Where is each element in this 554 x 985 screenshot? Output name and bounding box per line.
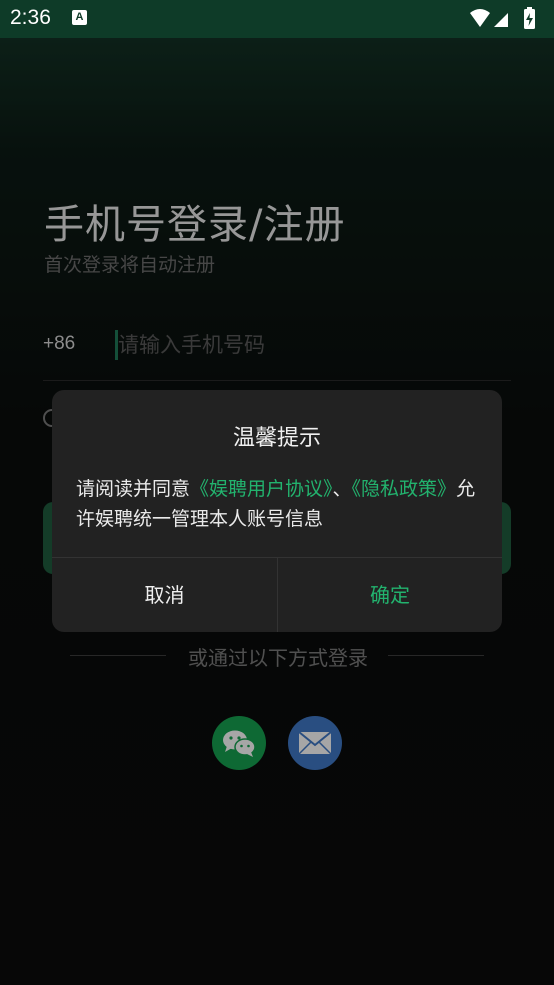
battery-charging-icon [524, 7, 535, 29]
dialog-message-separator: 、 [332, 478, 352, 500]
confirm-button[interactable]: 确定 [278, 558, 502, 632]
dialog-message: 请阅读并同意《娱聘用户协议》、《隐私政策》允许娱聘统一管理本人账号信息 [76, 474, 478, 534]
status-icons [464, 7, 544, 31]
dialog-title: 温馨提示 [232, 426, 321, 451]
status-time: 2:36 [10, 6, 51, 29]
privacy-dialog: 温馨提示 请阅读并同意《娱聘用户协议》、《隐私政策》允许娱聘统一管理本人账号信息… [52, 390, 502, 632]
notification-icon: A [72, 10, 87, 25]
user-agreement-link[interactable]: 《娱聘用户协议》 [190, 478, 333, 500]
wifi-icon [470, 9, 490, 27]
cancel-button[interactable]: 取消 [52, 558, 277, 632]
cell-signal-icon [494, 13, 508, 27]
status-bar: 2:36 A [0, 0, 554, 38]
dialog-message-prefix: 请阅读并同意 [76, 478, 191, 500]
privacy-policy-link[interactable]: 《隐私政策》 [352, 478, 457, 500]
